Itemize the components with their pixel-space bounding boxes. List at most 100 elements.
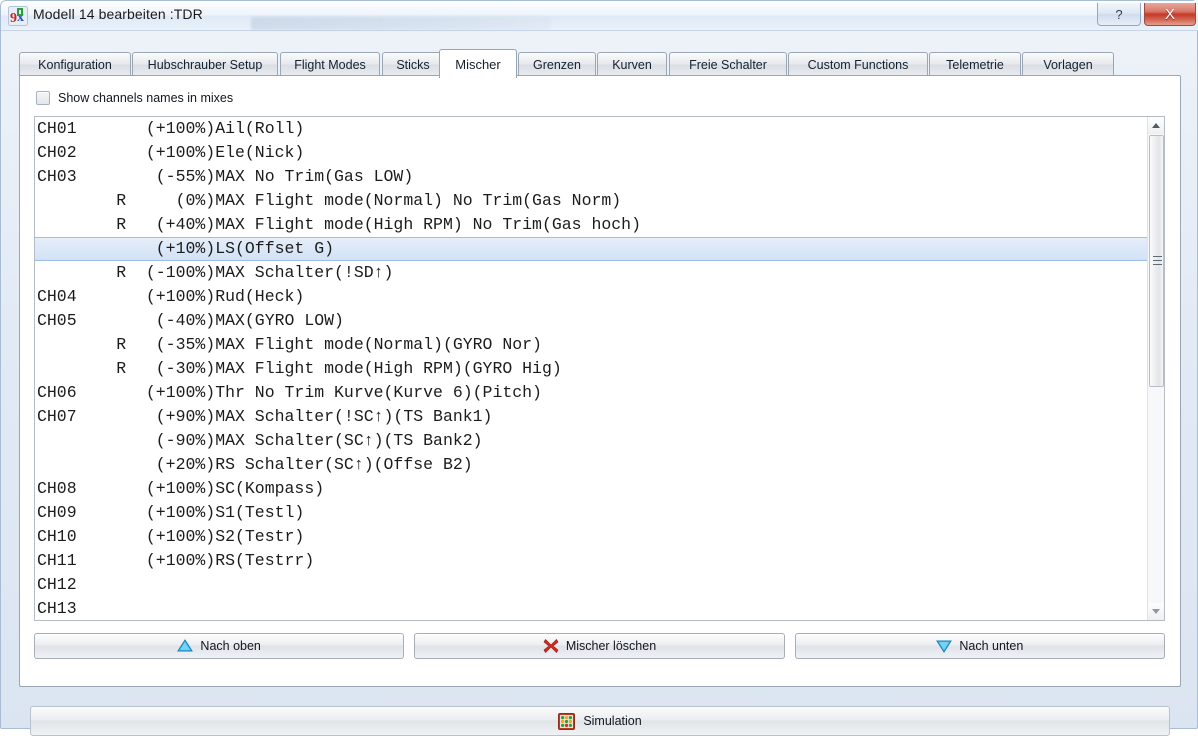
- mixer-row-channel: CH11: [37, 551, 77, 570]
- tab-label: Hubschrauber Setup: [147, 57, 263, 72]
- mixer-row[interactable]: R (0%)MAX Flight mode(Normal) No Trim(Gas…: [35, 189, 1147, 213]
- mixer-row-percent: (+100%): [145, 479, 216, 498]
- mixer-row[interactable]: R (+40%)MAX Flight mode(High RPM) No Trim…: [35, 213, 1147, 237]
- mixer-row[interactable]: R (-30%)MAX Flight mode(High RPM)(GYRO Hi…: [35, 357, 1147, 381]
- move-down-button[interactable]: Nach unten: [794, 633, 1165, 659]
- tab-hubschrauber-setup[interactable]: Hubschrauber Setup: [132, 52, 278, 76]
- mixer-row[interactable]: R (-100%)MAX Schalter(!SD↑): [35, 261, 1147, 285]
- tab-label: Custom Functions: [807, 57, 909, 72]
- tab-label: Kurven: [612, 57, 652, 72]
- tab-mischer[interactable]: Mischer: [439, 49, 517, 78]
- mixer-row-description: Ele(Nick): [215, 143, 305, 162]
- mixer-row[interactable]: (-90%)MAX Schalter(SC↑)(TS Bank2): [35, 429, 1147, 453]
- mixer-row[interactable]: CH08 (+100%)SC(Kompass): [35, 477, 1147, 501]
- simulation-button[interactable]: Simulation: [30, 706, 1170, 736]
- mixer-row[interactable]: R (-35%)MAX Flight mode(Normal)(GYRO Nor): [35, 333, 1147, 357]
- mixer-row-channel: CH10: [37, 527, 77, 546]
- mixer-row-description: MAX Flight mode(Normal) No Trim(Gas Norm…: [215, 191, 622, 210]
- tab-telemetrie[interactable]: Telemetrie: [929, 52, 1021, 76]
- mixer-row-description: Ail(Roll): [215, 119, 305, 138]
- mixer-row-channel: CH08: [37, 479, 77, 498]
- mixer-row[interactable]: CH01 (+100%)Ail(Roll): [35, 117, 1147, 141]
- mixer-list-rows: CH01 (+100%)Ail(Roll) CH02 (+100%)Ele(Nick)…: [35, 117, 1147, 620]
- tab-label: Telemetrie: [946, 57, 1004, 72]
- tab-bar: Konfiguration Hubschrauber Setup Flight Mo…: [19, 49, 1181, 78]
- tab-konfiguration[interactable]: Konfiguration: [19, 52, 131, 76]
- show-channel-names-label: Show channels names in mixes: [58, 91, 234, 105]
- close-button[interactable]: X: [1144, 3, 1196, 26]
- mixer-row-percent: (+10%): [155, 239, 216, 258]
- mixer-row[interactable]: CH05 (-40%)MAX(GYRO LOW): [35, 309, 1147, 333]
- triangle-down-icon: [936, 639, 953, 653]
- move-down-label: Nach unten: [959, 639, 1024, 653]
- move-up-button[interactable]: Nach oben: [34, 633, 405, 659]
- window-title: Modell 14 bearbeiten :TDR: [33, 6, 203, 22]
- mixer-row-channel: CH01: [37, 119, 77, 138]
- mixer-row-description: MAX Flight mode(Normal)(GYRO Nor): [215, 335, 542, 354]
- mixer-row-channel: CH04: [37, 287, 77, 306]
- mixer-row[interactable]: CH06 (+100%)Thr No Trim Kurve(Kurve 6)(Pi…: [35, 381, 1147, 405]
- tab-kurven[interactable]: Kurven: [597, 52, 667, 76]
- tab-grenzen[interactable]: Grenzen: [518, 52, 596, 76]
- mixer-row-description: MAX Schalter(!SC↑)(TS Bank1): [215, 407, 493, 426]
- mixer-row-description: MAX(GYRO LOW): [215, 311, 344, 330]
- mixer-action-buttons: Nach oben Mischer löschen Nach unten: [34, 633, 1165, 659]
- mixer-row-percent: (+100%): [145, 143, 216, 162]
- mixer-row-description: RS(Testrr): [215, 551, 315, 570]
- mixer-row[interactable]: CH11 (+100%)RS(Testrr): [35, 549, 1147, 573]
- 9x-companion-icon: 9 x: [8, 6, 28, 26]
- mixer-row[interactable]: CH10 (+100%)S2(Testr): [35, 525, 1147, 549]
- mixer-row-percent: (+90%): [155, 407, 216, 426]
- mixer-row[interactable]: CH12: [35, 573, 1147, 597]
- mixer-row-description: MAX Schalter(!SD↑): [215, 263, 394, 282]
- tab-flight-modes[interactable]: Flight Modes: [280, 52, 380, 76]
- mixer-row-description: Rud(Heck): [215, 287, 305, 306]
- tab-freie-schalter[interactable]: Freie Schalter: [669, 52, 787, 76]
- scroll-up-arrow-icon[interactable]: [1148, 117, 1164, 134]
- mixer-row-flag: R: [116, 335, 127, 354]
- tab-sticks[interactable]: Sticks: [382, 52, 444, 76]
- mixer-row-percent: (+40%): [155, 215, 216, 234]
- mixer-list[interactable]: CH01 (+100%)Ail(Roll) CH02 (+100%)Ele(Nick)…: [34, 116, 1165, 621]
- mixer-row-description: S2(Testr): [215, 527, 305, 546]
- help-button[interactable]: ?: [1097, 3, 1141, 26]
- mixer-row[interactable]: CH03 (-55%)MAX No Trim(Gas LOW): [35, 165, 1147, 189]
- mixer-list-scrollbar[interactable]: [1147, 117, 1164, 620]
- mixer-row-description: RS Schalter(SC↑)(Offse B2): [215, 455, 473, 474]
- tab-label: Konfiguration: [38, 57, 112, 72]
- mixer-row-flag: R: [116, 359, 127, 378]
- show-channel-names-row[interactable]: Show channels names in mixes: [36, 91, 233, 105]
- mixer-row[interactable]: CH09 (+100%)S1(Testl): [35, 501, 1147, 525]
- mixer-row[interactable]: (+20%)RS Schalter(SC↑)(Offse B2): [35, 453, 1147, 477]
- mixer-row-channel: CH06: [37, 383, 77, 402]
- mixer-row[interactable]: (+10%)LS(Offset G): [35, 237, 1147, 261]
- tab-label: Grenzen: [533, 57, 581, 72]
- mixer-row-percent: (+100%): [145, 119, 216, 138]
- tab-vorlagen[interactable]: Vorlagen: [1022, 52, 1114, 76]
- red-x-icon: [543, 638, 559, 654]
- mixer-row-percent: (+20%): [155, 455, 216, 474]
- mixer-row-percent: (+100%): [145, 527, 216, 546]
- window-title-background-artifact: [251, 17, 551, 30]
- mixer-row[interactable]: CH13: [35, 597, 1147, 620]
- mixer-row[interactable]: CH07 (+90%)MAX Schalter(!SC↑)(TS Bank1): [35, 405, 1147, 429]
- tab-label: Freie Schalter: [689, 57, 767, 72]
- window-controls: ? X: [1097, 2, 1196, 28]
- tab-label: Vorlagen: [1043, 57, 1093, 72]
- mixer-row[interactable]: CH04 (+100%)Rud(Heck): [35, 285, 1147, 309]
- scrollbar-thumb[interactable]: [1149, 135, 1164, 387]
- title-bar: 9 x Modell 14 bearbeiten :TDR ? X: [1, 1, 1198, 31]
- mixer-row[interactable]: CH02 (+100%)Ele(Nick): [35, 141, 1147, 165]
- svg-text:9: 9: [10, 11, 17, 26]
- mixer-row-description: LS(Offset G): [215, 239, 335, 258]
- mixer-row-flag: R: [116, 215, 127, 234]
- mixer-row-percent: (+100%): [145, 383, 216, 402]
- scroll-down-arrow-icon[interactable]: [1148, 603, 1164, 620]
- tab-custom-functions[interactable]: Custom Functions: [788, 52, 928, 76]
- mischer-tab-panel: Show channels names in mixes CH01 (+100%)…: [19, 75, 1181, 736]
- show-channel-names-checkbox[interactable]: [36, 91, 50, 105]
- mixer-row-description: MAX Flight mode(High RPM)(GYRO Hig): [215, 359, 562, 378]
- mixer-row-channel: CH12: [37, 575, 77, 594]
- mixer-row-description: SC(Kompass): [215, 479, 325, 498]
- delete-mix-button[interactable]: Mischer löschen: [414, 633, 785, 659]
